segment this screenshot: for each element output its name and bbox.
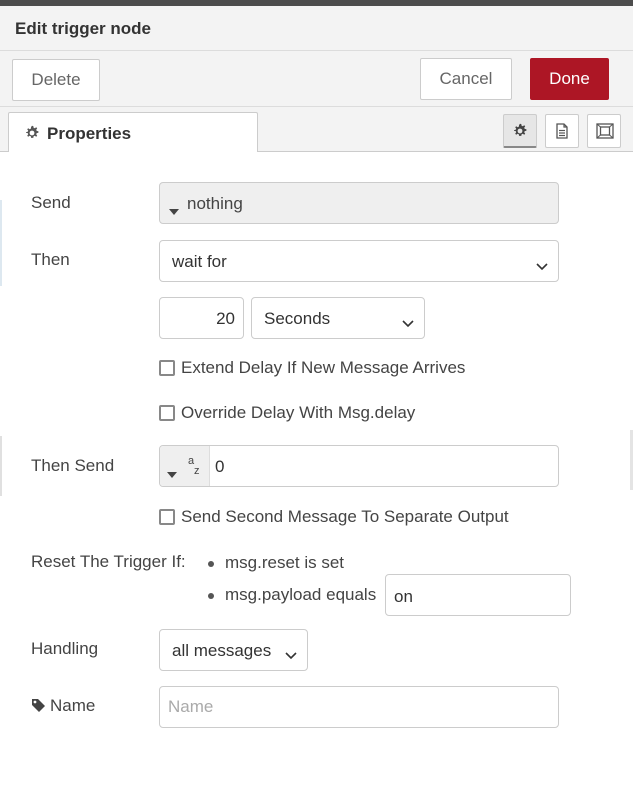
send-type-select[interactable]: nothing <box>159 182 559 224</box>
bullet-icon <box>208 593 214 599</box>
extend-delay-label: Extend Delay If New Message Arrives <box>181 358 466 377</box>
name-field[interactable] <box>159 686 559 728</box>
tab-properties[interactable]: Properties <box>8 112 258 153</box>
dialog-title-bar: Edit trigger node <box>0 6 633 51</box>
then-value: wait for <box>172 252 227 271</box>
send-label: Send <box>31 193 71 212</box>
delete-button[interactable]: Delete <box>12 59 100 101</box>
left-edge-strip <box>0 200 2 286</box>
appearance-view-button[interactable] <box>587 114 621 148</box>
properties-view-button[interactable] <box>503 114 537 148</box>
gear-icon <box>24 125 40 146</box>
delay-units-value: Seconds <box>264 309 331 328</box>
reset-payload-input[interactable]: on <box>385 574 571 616</box>
reset-option-reset-text: msg.reset is set <box>225 553 345 572</box>
caret-down-icon <box>169 200 179 220</box>
string-type-icon: a z <box>188 454 202 481</box>
tag-icon <box>31 698 46 718</box>
chevron-down-icon <box>285 645 297 665</box>
chevron-down-icon <box>402 313 414 333</box>
bullet-icon <box>208 561 214 567</box>
second-output-label: Send Second Message To Separate Output <box>181 507 509 526</box>
send-value: nothing <box>187 194 243 213</box>
then-select[interactable]: wait for <box>159 240 559 282</box>
tab-label: Properties <box>47 124 132 143</box>
caret-down-icon <box>167 463 177 483</box>
delay-input[interactable]: 20 <box>159 297 244 339</box>
name-input[interactable] <box>161 688 557 726</box>
name-label: Name <box>50 696 96 715</box>
handling-select[interactable]: all messages <box>159 629 308 671</box>
handling-value: all messages <box>172 641 272 660</box>
dialog-title: Edit trigger node <box>15 19 151 38</box>
delay-units-select[interactable]: Seconds <box>251 297 425 339</box>
svg-text:z: z <box>194 465 200 477</box>
delay-value: 20 <box>216 309 235 328</box>
override-delay-checkbox[interactable] <box>159 405 175 421</box>
properties-panel: Send nothing Then wait for 20 Seconds Ex… <box>0 152 633 800</box>
reset-option-payload-text: msg.payload equals <box>225 585 377 604</box>
tabs-bar: Properties <box>0 107 633 153</box>
reset-label: Reset The Trigger If: <box>31 552 186 571</box>
description-view-button[interactable] <box>545 114 579 148</box>
then-send-input[interactable]: a z 0 <box>159 445 559 487</box>
handling-label: Handling <box>31 639 99 658</box>
second-output-checkbox[interactable] <box>159 509 175 525</box>
then-send-label: Then Send <box>31 456 115 475</box>
type-select-button[interactable]: a z <box>160 446 210 486</box>
reset-payload-value: on <box>394 587 413 606</box>
then-label: Then <box>31 250 70 269</box>
done-button[interactable]: Done <box>530 58 609 100</box>
left-edge-strip <box>0 436 2 496</box>
dialog-button-bar: Delete Cancel Done <box>0 51 633 107</box>
then-send-value: 0 <box>215 457 225 476</box>
cancel-button[interactable]: Cancel <box>420 58 512 100</box>
extend-delay-checkbox[interactable] <box>159 360 175 376</box>
chevron-down-icon <box>536 256 548 276</box>
override-delay-label: Override Delay With Msg.delay <box>181 403 416 422</box>
